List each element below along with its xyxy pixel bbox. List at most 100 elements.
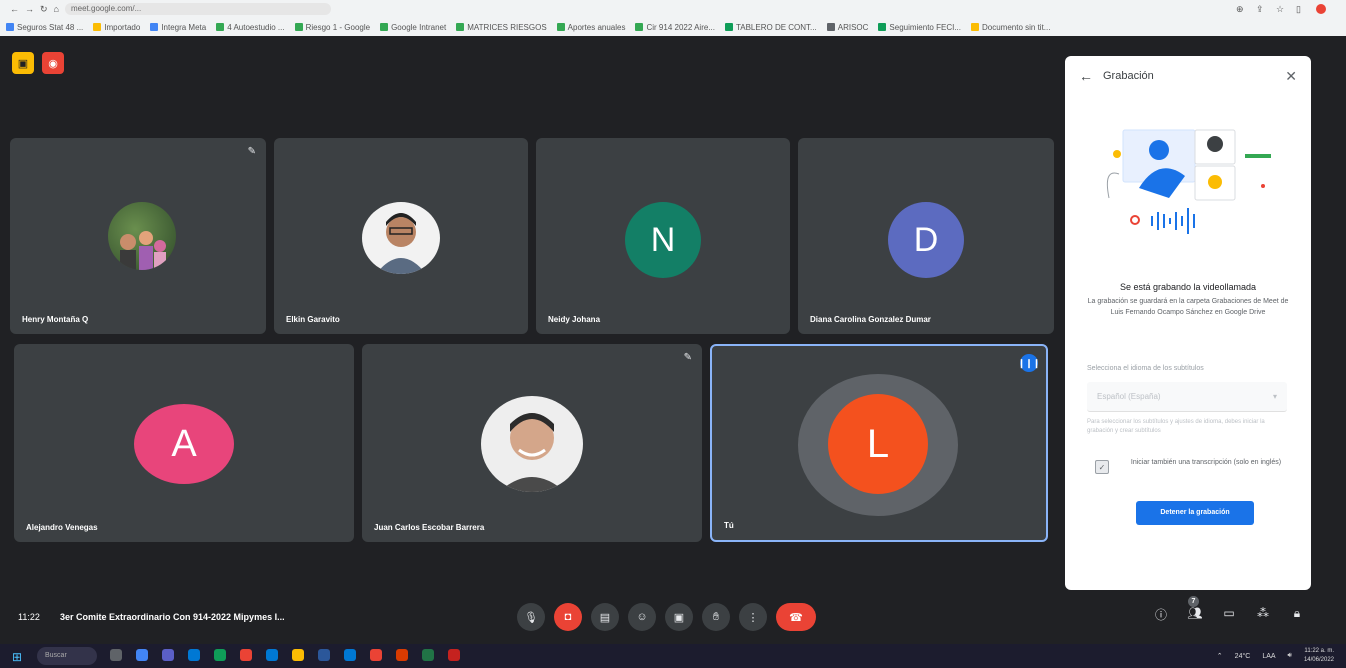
- call-controls: 🎙︎ ◘ ▤ ☺ ▣ ✋︎ ⋮ ☎︎: [517, 603, 816, 631]
- avatar-initial: A: [134, 404, 234, 484]
- office-icon[interactable]: [396, 649, 408, 661]
- captions-icon[interactable]: ▤: [591, 603, 619, 631]
- hang-up-button[interactable]: ☎︎: [776, 603, 816, 631]
- task-view-icon[interactable]: [110, 649, 122, 661]
- app-icon[interactable]: [214, 649, 226, 661]
- windows-start-icon[interactable]: ⊞: [12, 650, 22, 664]
- drive-icon[interactable]: [136, 649, 148, 661]
- windows-taskbar: ⊞ Buscar ⌃ 24°C LAA 🔊︎ 11:22 a. m. 14/06…: [0, 644, 1346, 668]
- participant-count-badge: 7: [1188, 596, 1199, 607]
- panel-title: Grabación: [1103, 70, 1154, 82]
- bookmark-label: Google Intranet: [391, 22, 447, 32]
- language-select[interactable]: Español (España) ▾: [1087, 382, 1287, 412]
- participant-tile[interactable]: A Alejandro Venegas: [14, 344, 354, 542]
- sidebar-icon[interactable]: ▯: [1296, 4, 1306, 14]
- url-input[interactable]: meet.google.com/...: [64, 3, 331, 15]
- bookmark-icon: [216, 23, 225, 31]
- bookmark-icon: [556, 23, 565, 31]
- participant-tile[interactable]: D Diana Carolina Gonzalez Dumar: [798, 138, 1054, 334]
- present-screen-icon[interactable]: ▣: [665, 603, 693, 631]
- forward-arrow-icon[interactable]: →: [25, 4, 34, 14]
- bookmark-item[interactable]: Riesgo 1 - Google: [294, 23, 370, 32]
- bookmark-icon: [456, 23, 465, 31]
- bookmark-item[interactable]: Integra Meta: [150, 23, 206, 32]
- bookmark-icon: [826, 23, 835, 31]
- bookmark-icon: [635, 23, 644, 31]
- tray-chevron-icon[interactable]: ⌃: [1217, 652, 1223, 660]
- outlook-icon[interactable]: [188, 649, 200, 661]
- bookmark-item[interactable]: Seguros Stat 48 ...: [6, 23, 83, 32]
- transcript-checkbox[interactable]: ✓: [1095, 460, 1109, 474]
- bookmark-icon: [93, 23, 102, 31]
- avatar-photo: [481, 396, 583, 492]
- bookmark-item[interactable]: ARISOC: [826, 23, 868, 32]
- microphone-icon[interactable]: 🎙︎: [517, 603, 545, 631]
- participant-tile[interactable]: N Neidy Johana: [536, 138, 790, 334]
- home-icon[interactable]: ⌂: [54, 4, 59, 14]
- bookmark-icon: [380, 23, 389, 31]
- bookmark-icon: [294, 23, 303, 31]
- host-controls-icon[interactable]: 🔒︎: [1288, 606, 1306, 623]
- bookmark-label: Aportes anuales: [567, 22, 626, 32]
- mail-icon[interactable]: [344, 649, 356, 661]
- clock[interactable]: 11:22 a. m. 14/06/2022: [1304, 647, 1334, 665]
- back-arrow-icon[interactable]: ←: [1079, 68, 1093, 84]
- recording-indicator-icon[interactable]: ◉: [42, 52, 64, 74]
- file-explorer-icon[interactable]: [292, 649, 304, 661]
- camera-off-icon[interactable]: ◘: [554, 603, 582, 631]
- group-photo-icon: [120, 231, 166, 270]
- teams-icon[interactable]: [162, 649, 174, 661]
- recording-heading: Se está grabando la videollamada: [1119, 282, 1257, 292]
- bookmark-label: Importado: [104, 22, 141, 32]
- bookmark-item[interactable]: Importado: [93, 23, 140, 32]
- bookmark-item[interactable]: TABLERO DE CONT...: [724, 23, 817, 32]
- bookmark-icon: [6, 23, 14, 31]
- activities-icon[interactable]: ⁂: [1254, 606, 1272, 623]
- bookmark-item[interactable]: Aportes anuales: [556, 22, 626, 32]
- excel-icon[interactable]: [422, 649, 434, 661]
- recording-description: La grabación se guardará en la carpeta G…: [1087, 298, 1289, 316]
- avatar-photo: [108, 202, 176, 270]
- volume-icon[interactable]: 🔊︎: [1288, 652, 1292, 660]
- edge-icon[interactable]: [266, 649, 278, 661]
- raise-hand-icon[interactable]: ✋︎: [702, 603, 730, 631]
- meeting-info-icon[interactable]: ⓘ: [1152, 606, 1170, 623]
- bookmark-label: MATRICES RIESGOS: [467, 22, 547, 32]
- bookmark-item[interactable]: Google Intranet: [380, 23, 446, 32]
- close-icon[interactable]: ✕: [1285, 68, 1297, 85]
- people-icon[interactable]: 👥︎ 7: [1186, 596, 1204, 623]
- bookmark-item[interactable]: Documento sin tit...: [971, 23, 1050, 32]
- participant-tile[interactable]: Elkin Garavito: [274, 138, 528, 334]
- activity-folder-icon[interactable]: ▣: [12, 52, 34, 74]
- self-tile[interactable]: L ❙❙❙ Tú: [710, 344, 1048, 542]
- reload-icon[interactable]: ↻: [40, 4, 48, 15]
- share-icon[interactable]: ⇪: [1256, 4, 1266, 14]
- pdf-icon[interactable]: [448, 649, 460, 661]
- profile-icon[interactable]: [1316, 4, 1326, 14]
- back-arrow-icon[interactable]: ←: [10, 4, 19, 14]
- bookmark-icon: [878, 23, 887, 31]
- chat-icon[interactable]: ▭: [1220, 606, 1238, 623]
- participant-tile[interactable]: ✎ Henry Montaña Q: [10, 138, 266, 334]
- transcript-label: Iniciar también una transcripción (solo …: [1130, 459, 1282, 466]
- emoji-icon[interactable]: ☺: [628, 603, 656, 631]
- taskbar-search[interactable]: Buscar: [37, 647, 97, 665]
- extensions-icon[interactable]: ⊕: [1236, 4, 1246, 14]
- bookmark-item[interactable]: Cir 914 2022 Aire...: [635, 23, 715, 32]
- clock-date: 14/06/2022: [1303, 657, 1334, 663]
- bookmark-item[interactable]: MATRICES RIESGOS: [456, 22, 547, 32]
- powerpoint-icon[interactable]: [370, 649, 382, 661]
- participant-name: Alejandro Venegas: [26, 523, 98, 532]
- word-icon[interactable]: [318, 649, 330, 661]
- keyboard-language[interactable]: LAA: [1262, 653, 1275, 660]
- participant-tile[interactable]: ✎ Juan Carlos Escobar Barrera: [362, 344, 702, 542]
- bookmark-label: Integra Meta: [161, 22, 207, 32]
- bookmark-item[interactable]: 4 Autoestudio ...: [216, 23, 285, 32]
- avatar-initial: N: [625, 202, 701, 278]
- bookmark-item[interactable]: Seguimiento FECI...: [878, 23, 961, 32]
- star-icon[interactable]: ☆: [1276, 4, 1286, 14]
- more-options-icon[interactable]: ⋮: [739, 603, 767, 631]
- participant-name: Elkin Garavito: [286, 315, 340, 324]
- stop-recording-button[interactable]: Detener la grabación: [1136, 501, 1254, 525]
- chrome-icon[interactable]: [240, 649, 252, 661]
